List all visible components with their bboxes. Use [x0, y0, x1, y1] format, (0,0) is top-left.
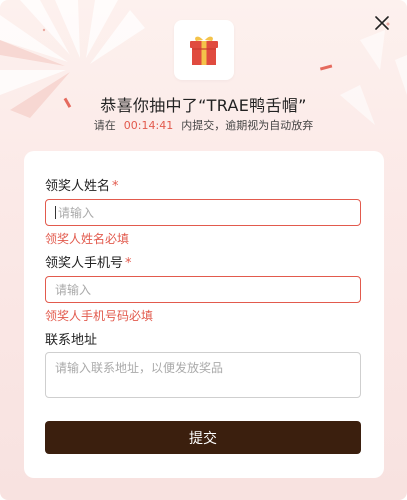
phone-error: 领奖人手机号码必填: [45, 309, 154, 323]
address-textarea[interactable]: 请输入联系地址，以便发放奖品: [45, 352, 361, 398]
submit-button[interactable]: 提交: [45, 421, 361, 454]
phone-input[interactable]: 请输入: [45, 276, 361, 303]
phone-label: 领奖人手机号 *: [45, 252, 132, 271]
dialog-title: 恭喜你抽中了“TRAE鸭舌帽”: [100, 96, 307, 115]
gift-icon: [190, 36, 218, 65]
close-button[interactable]: [371, 12, 393, 34]
claim-form: 领奖人姓名 * 请输入 领奖人姓名必填 领奖人手机号 * 请输入 领奖人手机号码必填…: [24, 151, 384, 478]
prize-claim-dialog: 恭喜你抽中了“TRAE鸭舌帽” 请在 00:14:41 内提交，逾期视为自动放弃 领…: [0, 0, 407, 500]
text-caret: [55, 206, 56, 219]
name-label-text: 领奖人姓名: [45, 179, 111, 194]
gift-icon-tile: [174, 20, 234, 80]
deadline-notice: 请在 00:14:41 内提交，逾期视为自动放弃: [0, 117, 407, 133]
close-icon: [375, 16, 389, 30]
required-mark: *: [112, 179, 119, 194]
address-placeholder: 请输入联系地址，以便发放奖品: [55, 361, 224, 375]
address-label: 联系地址: [45, 333, 98, 348]
phone-label-text: 领奖人手机号: [45, 256, 124, 271]
name-error: 领奖人姓名必填: [45, 232, 130, 246]
name-input-placeholder: 请输入: [58, 206, 95, 220]
phone-input-placeholder: 请输入: [55, 283, 92, 297]
name-label: 领奖人姓名 *: [45, 175, 119, 194]
name-input[interactable]: 请输入: [45, 199, 361, 226]
notice-suffix: 内提交，逾期视为自动放弃: [181, 119, 314, 132]
required-mark: *: [125, 256, 132, 271]
countdown-timer: 00:14:41: [123, 119, 174, 132]
notice-prefix: 请在: [93, 119, 116, 132]
